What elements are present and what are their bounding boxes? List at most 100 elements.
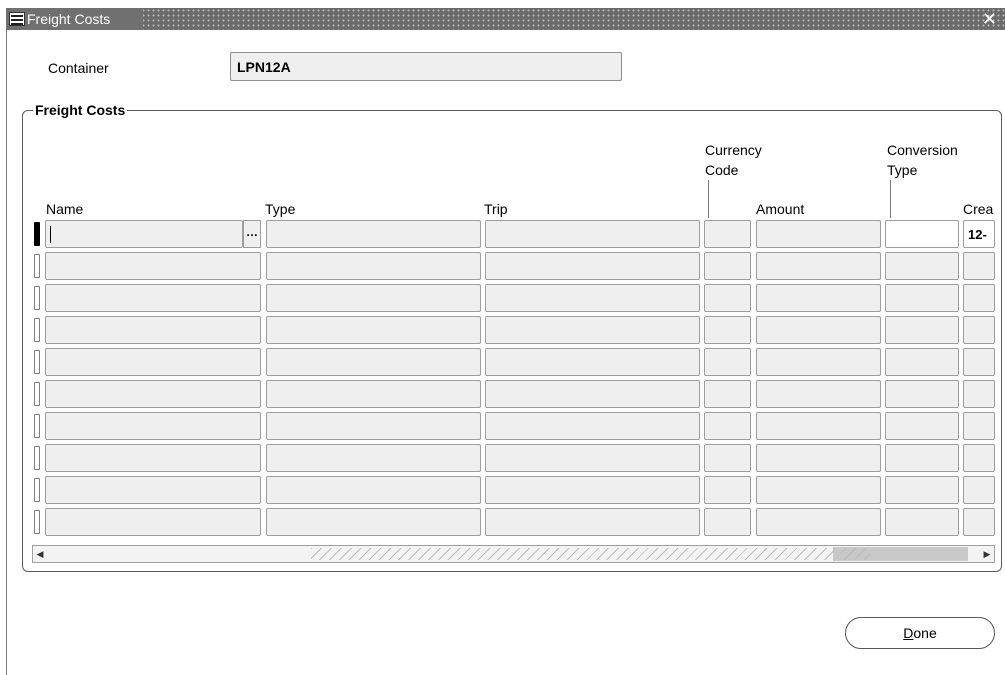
name-cell[interactable] xyxy=(45,220,243,248)
container-field[interactable]: LPN12A xyxy=(230,52,622,81)
trip-cell[interactable] xyxy=(485,284,700,312)
trip-cell[interactable] xyxy=(485,444,700,472)
name-cell[interactable] xyxy=(45,508,261,536)
trip-cell[interactable] xyxy=(485,476,700,504)
name-cell[interactable] xyxy=(45,412,261,440)
created-cell[interactable] xyxy=(963,476,995,504)
currency-code-cell[interactable] xyxy=(704,476,751,504)
trip-cell[interactable] xyxy=(485,220,700,248)
record-indicator[interactable] xyxy=(34,382,40,406)
type-cell[interactable] xyxy=(266,252,481,280)
trip-cell[interactable] xyxy=(485,508,700,536)
currency-code-cell[interactable] xyxy=(704,444,751,472)
trip-cell[interactable] xyxy=(485,412,700,440)
close-icon[interactable]: ✕ xyxy=(982,9,997,29)
created-cell[interactable] xyxy=(963,316,995,344)
trip-cell[interactable] xyxy=(485,252,700,280)
name-cell[interactable] xyxy=(45,380,261,408)
conversion-type-cell[interactable] xyxy=(885,284,959,312)
created-value: 12- xyxy=(968,227,987,242)
created-cell[interactable] xyxy=(963,508,995,536)
currency-code-header-line1: Currency xyxy=(705,142,762,158)
conversion-type-cell[interactable] xyxy=(885,316,959,344)
currency-code-header: Currency Code xyxy=(705,140,762,180)
currency-code-cell[interactable] xyxy=(704,380,751,408)
name-header: Name xyxy=(46,201,84,217)
amount-cell[interactable] xyxy=(756,348,881,376)
conversion-type-cell[interactable] xyxy=(885,412,959,440)
amount-cell[interactable] xyxy=(756,252,881,280)
created-cell[interactable] xyxy=(963,380,995,408)
window-title: Freight Costs xyxy=(27,11,111,27)
name-cell[interactable] xyxy=(45,444,261,472)
created-cell[interactable] xyxy=(963,348,995,376)
amount-cell[interactable] xyxy=(756,284,881,312)
conversion-type-cell[interactable] xyxy=(885,220,959,248)
trip-cell[interactable] xyxy=(485,380,700,408)
scroll-left-arrow-icon[interactable]: ◀ xyxy=(33,546,47,562)
trip-cell[interactable] xyxy=(485,316,700,344)
record-indicator[interactable] xyxy=(34,286,40,310)
conversion-type-cell[interactable] xyxy=(885,508,959,536)
amount-cell[interactable] xyxy=(756,444,881,472)
type-cell[interactable] xyxy=(266,412,481,440)
type-cell[interactable] xyxy=(266,444,481,472)
conversion-type-cell[interactable] xyxy=(885,476,959,504)
type-cell[interactable] xyxy=(266,348,481,376)
record-indicator[interactable] xyxy=(34,478,40,502)
currency-code-cell[interactable] xyxy=(704,412,751,440)
type-cell[interactable] xyxy=(266,220,481,248)
record-indicator[interactable] xyxy=(34,254,40,278)
trip-header: Trip xyxy=(484,201,508,217)
scroll-right-arrow-icon[interactable]: ▶ xyxy=(980,546,994,562)
record-indicator[interactable] xyxy=(34,510,40,534)
scroll-thumb[interactable] xyxy=(311,548,871,560)
horizontal-scrollbar[interactable]: ◀ ▶ xyxy=(32,545,995,563)
type-cell[interactable] xyxy=(266,284,481,312)
done-button-label: one xyxy=(913,625,937,641)
name-cell[interactable] xyxy=(45,284,261,312)
done-button-mnemonic: D xyxy=(903,625,914,641)
type-cell[interactable] xyxy=(266,508,481,536)
text-cursor xyxy=(50,226,51,243)
amount-cell[interactable] xyxy=(756,508,881,536)
record-indicator[interactable] xyxy=(34,350,40,374)
title-bar[interactable]: Freight Costs ✕ xyxy=(6,8,1005,30)
record-indicator[interactable] xyxy=(34,446,40,470)
record-indicator[interactable] xyxy=(34,222,40,246)
created-cell[interactable] xyxy=(963,412,995,440)
name-cell[interactable] xyxy=(45,348,261,376)
list-of-values-button[interactable]: … xyxy=(243,220,261,248)
created-cell[interactable] xyxy=(963,252,995,280)
amount-header: Amount xyxy=(756,201,805,217)
trip-cell[interactable] xyxy=(485,348,700,376)
name-cell[interactable] xyxy=(45,252,261,280)
conversion-type-cell[interactable] xyxy=(885,252,959,280)
type-cell[interactable] xyxy=(266,316,481,344)
currency-code-cell[interactable] xyxy=(704,284,751,312)
currency-code-cell[interactable] xyxy=(704,252,751,280)
conversion-type-cell[interactable] xyxy=(885,348,959,376)
done-button[interactable]: Done xyxy=(845,617,995,649)
conversion-type-cell[interactable] xyxy=(885,380,959,408)
created-cell[interactable] xyxy=(963,284,995,312)
type-cell[interactable] xyxy=(266,476,481,504)
record-indicator[interactable] xyxy=(34,318,40,342)
amount-cell[interactable] xyxy=(756,476,881,504)
currency-code-cell[interactable] xyxy=(704,508,751,536)
record-indicator[interactable] xyxy=(34,414,40,438)
currency-code-cell[interactable] xyxy=(704,316,751,344)
amount-cell[interactable] xyxy=(756,316,881,344)
conversion-type-cell[interactable] xyxy=(885,444,959,472)
amount-cell[interactable] xyxy=(756,412,881,440)
currency-code-cell[interactable] xyxy=(704,220,751,248)
name-cell[interactable] xyxy=(45,316,261,344)
type-cell[interactable] xyxy=(266,380,481,408)
amount-cell[interactable] xyxy=(756,380,881,408)
name-cell[interactable] xyxy=(45,476,261,504)
amount-cell[interactable] xyxy=(756,220,881,248)
currency-code-cell[interactable] xyxy=(704,348,751,376)
created-cell[interactable]: 12- xyxy=(963,220,995,248)
window-border xyxy=(6,30,7,675)
created-cell[interactable] xyxy=(963,444,995,472)
